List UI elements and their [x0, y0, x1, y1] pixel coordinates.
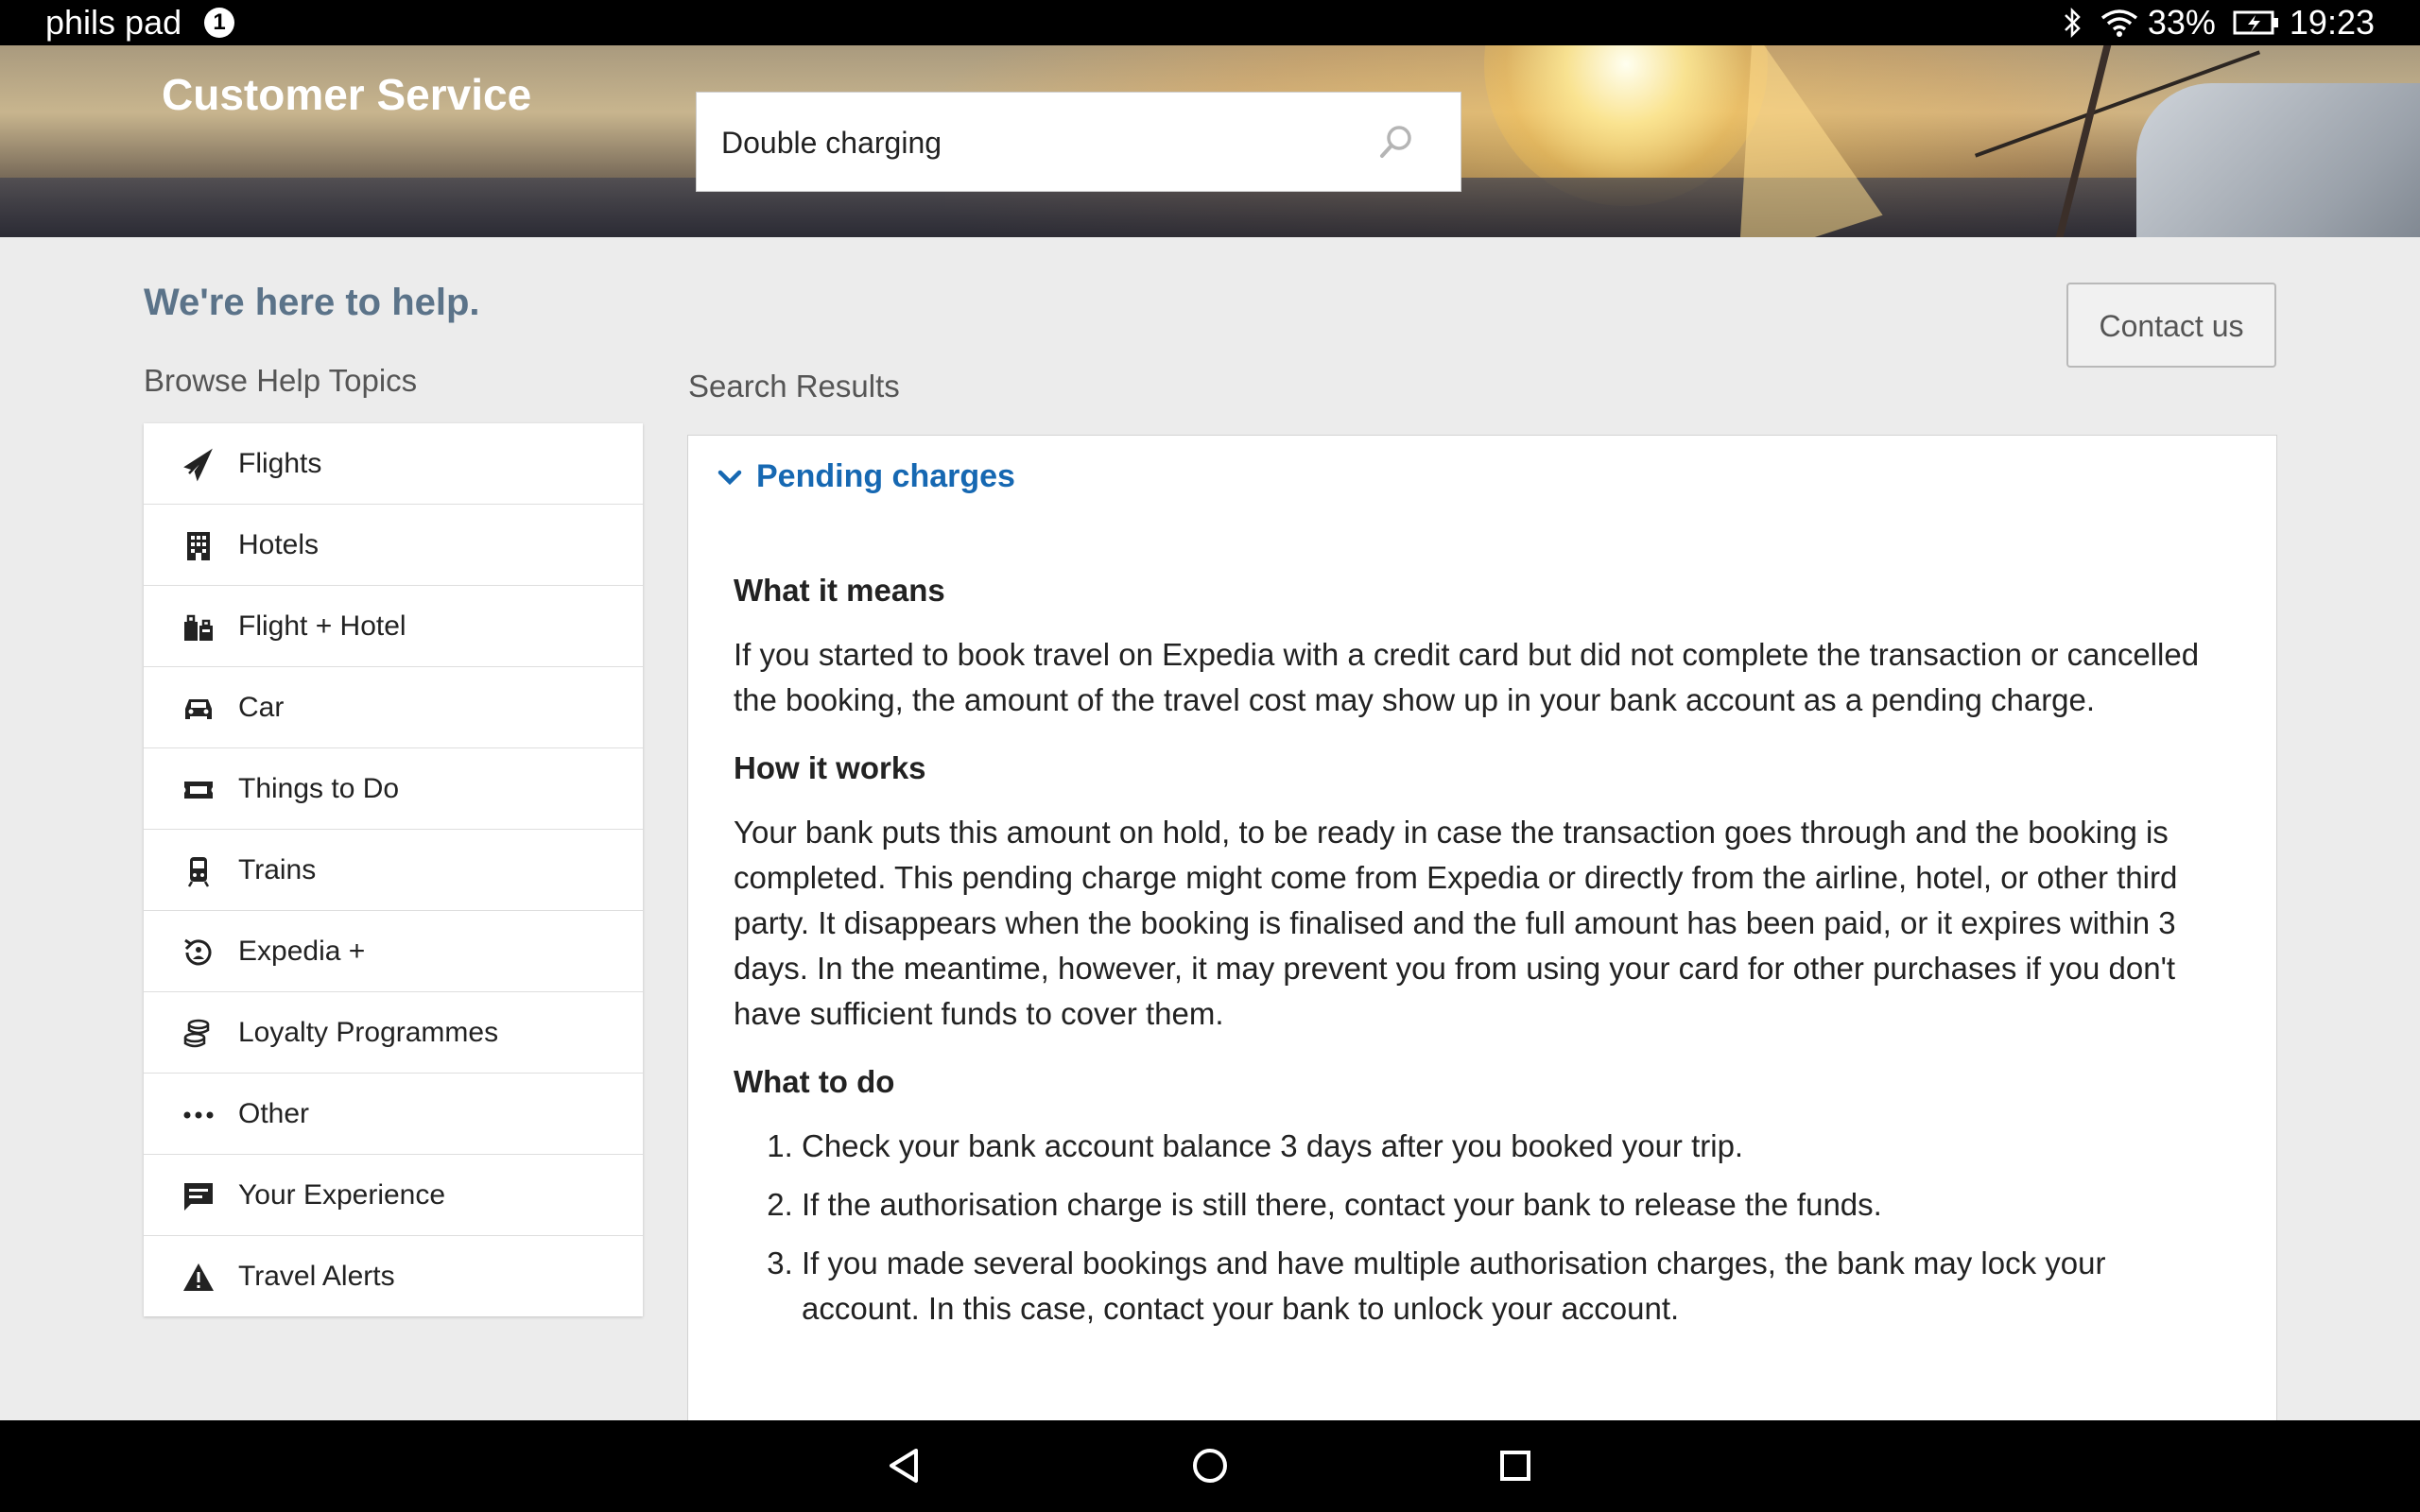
how-it-works-text: Your bank puts this amount on hold, to b…	[734, 815, 2178, 1031]
search-box[interactable]	[696, 92, 1461, 193]
topic-label: Flight + Hotel	[238, 610, 406, 642]
help-heading: We're here to help.	[144, 282, 480, 323]
battery-percent: 33%	[2147, 3, 2216, 42]
topic-label: Loyalty Programmes	[238, 1017, 499, 1048]
topic-hotels[interactable]: Hotels	[144, 505, 643, 586]
what-it-means-heading: What it means	[734, 573, 945, 608]
warning-icon	[182, 1261, 216, 1295]
topic-other[interactable]: Other	[144, 1074, 643, 1155]
what-to-do-heading: What to do	[734, 1064, 895, 1099]
topic-label: Trains	[238, 854, 317, 885]
clock: 19:23	[2289, 3, 2375, 42]
topic-trains[interactable]: Trains	[144, 830, 643, 911]
back-icon[interactable]	[884, 1445, 925, 1486]
train-icon	[182, 854, 216, 888]
ticket-icon	[182, 773, 216, 807]
topic-label: Hotels	[238, 529, 320, 560]
topic-flight-hotel[interactable]: Flight + Hotel	[144, 586, 643, 667]
result-article: What it means If you started to book tra…	[734, 568, 2227, 1345]
result-accordion-header[interactable]: Pending charges	[717, 458, 1015, 495]
page-title: Customer Service	[162, 70, 532, 119]
topic-label: Expedia +	[238, 936, 366, 967]
what-it-means-text: If you started to book travel on Expedia…	[734, 637, 2200, 717]
device-name: phils pad	[45, 3, 182, 42]
home-icon[interactable]	[1189, 1445, 1231, 1486]
list-item: Check your bank account balance 3 days a…	[802, 1124, 2227, 1169]
search-results-label: Search Results	[688, 369, 900, 404]
chevron-down-icon	[717, 468, 743, 487]
topic-label: Flights	[238, 448, 322, 479]
plane-icon	[182, 448, 216, 482]
more-dots-icon	[182, 1098, 216, 1132]
topic-label: Travel Alerts	[238, 1261, 395, 1292]
search-results-panel: Pending charges What it means If you sta…	[687, 435, 2277, 1427]
bluetooth-icon	[2063, 7, 2083, 39]
browse-topics-label: Browse Help Topics	[144, 363, 418, 398]
topic-car[interactable]: Car	[144, 667, 643, 748]
banner-boat-hull	[2136, 83, 2420, 237]
topic-things-to-do[interactable]: Things to Do	[144, 748, 643, 830]
search-input[interactable]	[719, 93, 1366, 193]
status-bar: phils pad 1 33% 19:23	[0, 0, 2420, 45]
topic-loyalty-programmes[interactable]: Loyalty Programmes	[144, 992, 643, 1074]
search-icon[interactable]	[1377, 123, 1415, 161]
building-icon	[182, 529, 216, 563]
expedia-plus-icon	[182, 936, 216, 970]
topic-label: Other	[238, 1098, 310, 1129]
battery-charging-icon	[2233, 9, 2280, 36]
topic-flights[interactable]: Flights	[144, 423, 643, 505]
topic-label: Things to Do	[238, 773, 400, 804]
luggage-icon	[182, 610, 216, 644]
list-item: If the authorisation charge is still the…	[802, 1182, 2227, 1228]
feedback-icon	[182, 1179, 216, 1213]
wifi-icon	[2100, 9, 2138, 37]
navigation-bar	[0, 1420, 2420, 1512]
coins-icon	[182, 1017, 216, 1051]
recents-icon[interactable]	[1495, 1445, 1536, 1486]
topic-travel-alerts[interactable]: Travel Alerts	[144, 1236, 643, 1316]
list-item: If you made several bookings and have mu…	[802, 1241, 2227, 1332]
steps-list: Check your bank account balance 3 days a…	[734, 1124, 2227, 1332]
notification-badge: 1	[204, 8, 234, 38]
topic-label: Your Experience	[238, 1179, 446, 1211]
topic-expedia-plus[interactable]: Expedia +	[144, 911, 643, 992]
topic-your-experience[interactable]: Your Experience	[144, 1155, 643, 1236]
how-it-works-heading: How it works	[734, 750, 926, 785]
contact-us-button[interactable]: Contact us	[2066, 283, 2276, 368]
topic-label: Car	[238, 692, 285, 723]
result-title[interactable]: Pending charges	[756, 458, 1015, 495]
car-icon	[182, 692, 216, 726]
help-topics-list: Flights Hotels Flight + Hotel Car Things…	[144, 423, 643, 1316]
